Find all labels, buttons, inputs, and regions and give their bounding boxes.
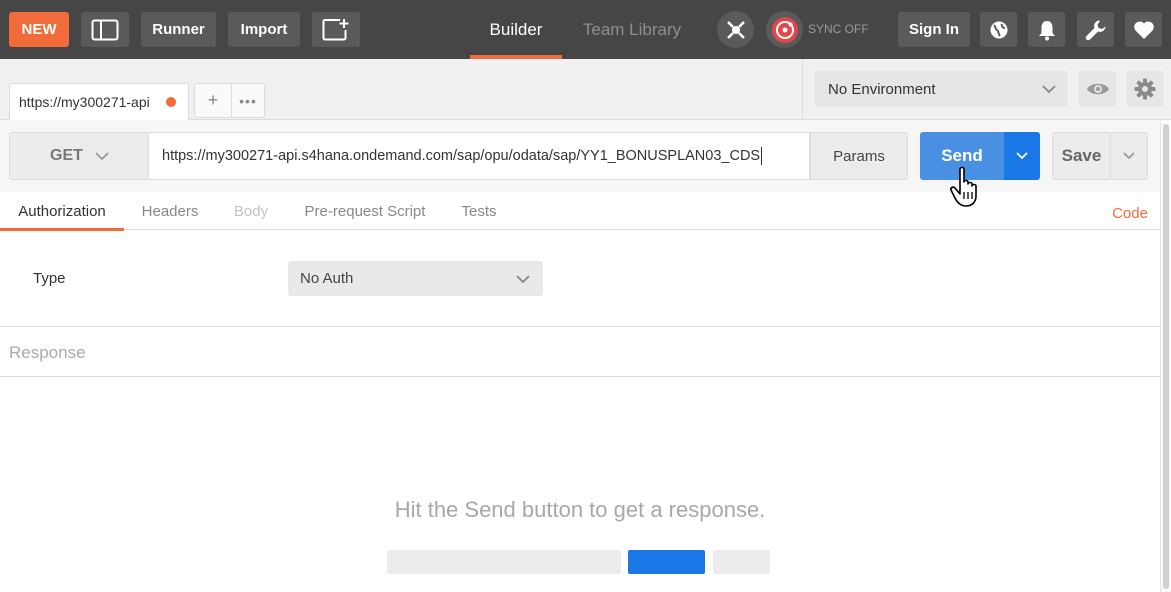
settings-button[interactable] [1077, 12, 1114, 47]
text-caret [761, 147, 763, 165]
heart-icon [1133, 20, 1154, 39]
bell-icon [1038, 20, 1055, 40]
request-bar: GET https://my300271-api.s4hana.ondemand… [0, 120, 1160, 192]
auth-type-value: No Auth [300, 270, 354, 287]
environment-select[interactable]: No Environment [815, 71, 1067, 107]
code-link[interactable]: Code [1106, 194, 1154, 232]
tab-tests[interactable]: Tests [454, 192, 504, 230]
url-value: https://my300271-api.s4hana.ondemand.com… [162, 148, 761, 164]
more-tabs-button[interactable]: ••• [231, 83, 265, 118]
illustration-bar [387, 550, 621, 574]
new-window-button[interactable] [312, 12, 360, 47]
tab-builder[interactable]: Builder [470, 0, 562, 59]
sidebar-icon [91, 19, 119, 40]
tab-pre-request-script[interactable]: Pre-request Script [298, 192, 432, 230]
params-button[interactable]: Params [810, 132, 908, 180]
chevron-down-icon [1123, 152, 1135, 160]
satellite-icon [726, 20, 745, 39]
chevron-down-icon [95, 152, 109, 161]
save-options-button[interactable] [1110, 132, 1148, 180]
unsaved-dot-icon [166, 97, 176, 107]
url-input[interactable]: https://my300271-api.s4hana.ondemand.com… [148, 132, 810, 180]
request-tab[interactable]: https://my300271-api [9, 83, 189, 120]
gear-icon [1134, 78, 1156, 100]
response-heading: Response [9, 343, 86, 362]
sign-in-button[interactable]: Sign In [898, 12, 970, 47]
save-button[interactable]: Save [1052, 132, 1111, 180]
method-select[interactable]: GET [9, 132, 149, 180]
environment-bar: No Environment [802, 59, 1171, 120]
globe-icon [990, 21, 1007, 38]
environment-select-value: No Environment [828, 80, 936, 98]
favorites-button[interactable] [1125, 12, 1162, 47]
wrench-icon [1085, 20, 1105, 40]
tab-authorization[interactable]: Authorization [0, 192, 124, 231]
interceptor-button[interactable] [717, 11, 754, 48]
manage-environments-button[interactable] [1127, 71, 1163, 107]
divider [0, 326, 1160, 327]
environment-quick-look-button[interactable] [1079, 71, 1116, 107]
divider [0, 376, 1160, 377]
globe-button[interactable] [980, 12, 1017, 47]
auth-type-label: Type [33, 270, 66, 287]
eye-icon [1086, 83, 1109, 95]
add-tab-button[interactable]: + [194, 83, 231, 118]
runner-button[interactable]: Runner [141, 12, 216, 47]
scrollbar-thumb[interactable] [1163, 124, 1169, 589]
illustration-bar [713, 550, 770, 574]
request-section-tabs: Authorization Headers Body Pre-request S… [0, 192, 1160, 232]
import-button[interactable]: Import [228, 12, 300, 47]
send-options-button[interactable] [1004, 132, 1040, 180]
sync-status-label: SYNC OFF [808, 22, 869, 36]
chevron-down-icon [1016, 152, 1028, 160]
tab-body[interactable]: Body [228, 192, 274, 230]
request-tab-label: https://my300271-api [19, 94, 150, 110]
notifications-button[interactable] [1028, 12, 1065, 47]
sync-button[interactable] [766, 11, 803, 48]
tab-headers[interactable]: Headers [134, 192, 206, 230]
illustration-bar-accent [628, 550, 705, 574]
sync-off-icon [771, 16, 798, 43]
chevron-down-icon [1042, 85, 1056, 94]
new-button[interactable]: NEW [9, 12, 69, 47]
toggle-sidebar-button[interactable] [81, 12, 129, 47]
empty-response-hint: Hit the Send button to get a response. [394, 497, 766, 522]
auth-type-select[interactable]: No Auth [288, 261, 543, 296]
method-value: GET [50, 147, 83, 164]
top-toolbar: NEW Runner Import Builder Team Library S… [0, 0, 1171, 59]
new-window-icon [322, 18, 349, 40]
chevron-down-icon [516, 275, 530, 284]
tab-team-library[interactable]: Team Library [568, 0, 696, 59]
request-tab-strip: https://my300271-api + ••• [0, 59, 802, 120]
